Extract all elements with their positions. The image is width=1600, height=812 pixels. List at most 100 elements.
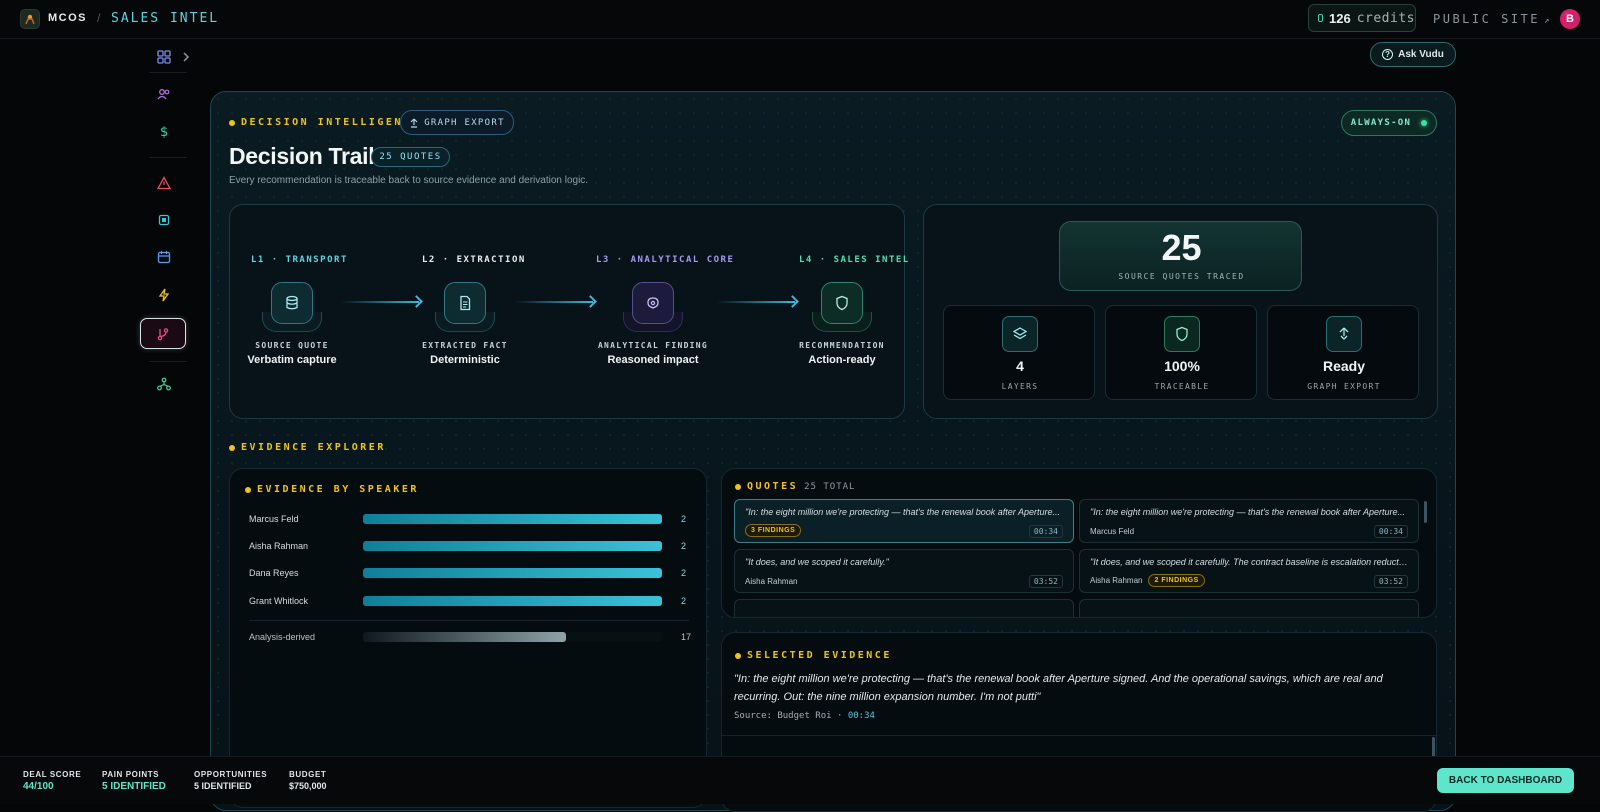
quote-card[interactable]: "In: the eight million we're protecting … [1079,499,1419,543]
speaker-bar-track [363,514,662,524]
speaker-bar-track [363,541,662,551]
quote-card[interactable]: "In: the eight million we're protecting … [734,499,1074,543]
credits-badge[interactable]: 126 credits [1308,4,1416,32]
stage-subtitle: Verbatim capture [247,354,337,366]
page-title: Decision Trail [229,143,375,169]
derived-bar[interactable] [363,632,567,642]
stage-label-transport: L1 · TRANSPORT [251,255,348,265]
network-icon[interactable] [157,377,171,391]
deal-score-metric: DEAL SCORE 44/100 [23,770,81,792]
speaker-bar[interactable] [363,596,662,606]
selected-evidence-title: SELECTED EVIDENCE [735,650,892,661]
kicker-dot [735,483,741,490]
speaker-bar-track [363,596,662,606]
quote-speaker: Aisha Rahman [745,577,798,586]
traceable-value: 100% [1164,358,1200,374]
always-on-badge: ALWAYS-ON [1341,110,1437,136]
quote-card[interactable] [1079,599,1419,617]
back-to-dashboard-button[interactable]: BACK TO DASHBOARD [1437,768,1574,793]
database-icon[interactable] [271,282,313,324]
quote-timestamp: 03:52 [1028,575,1063,588]
flow-arrow [340,301,419,303]
graph-export-label: GRAPH EXPORT [424,117,505,128]
speaker-bar[interactable] [363,514,662,524]
users-icon[interactable] [157,87,171,101]
source-label[interactable]: Source: Budget Roi [734,711,832,721]
user-avatar[interactable]: B [1560,9,1580,29]
evidence-explorer-kicker: EVIDENCE EXPLORER [229,442,386,453]
shield-check-icon [1164,316,1200,352]
graph-export-button[interactable]: GRAPH EXPORT [400,110,514,135]
chip-icon[interactable] [157,213,171,227]
quote-card[interactable]: "It does, and we scoped it carefully. Th… [1079,549,1419,593]
layers-icon [1002,316,1038,352]
quote-text: "It does, and we scoped it carefully." [745,557,889,567]
sidebar-item-decision-trail[interactable] [140,318,186,349]
breadcrumb-separator: / [97,11,101,25]
speaker-bar[interactable] [363,541,662,551]
speaker-bar-track [363,568,662,578]
deal-score-value: 44/100 [23,781,54,792]
source-quotes-value: 25 [1161,227,1202,268]
scrollbar-thumb[interactable] [1432,737,1435,757]
grid-icon[interactable] [157,50,171,64]
calendar-icon[interactable] [157,250,171,264]
opportunities-value: 5 IDENTIFIED [194,781,252,791]
selected-evidence-label: SELECTED EVIDENCE [747,650,892,661]
shield-icon[interactable] [821,282,863,324]
dollar-icon[interactable]: $ [157,124,171,138]
scrollbar-thumb[interactable] [1424,501,1427,523]
chevron-right-icon[interactable] [179,50,193,64]
budget-metric: BUDGET $750,000 [289,770,327,791]
page-description: Every recommendation is traceable back t… [229,175,589,186]
layers-stat: 4 LAYERS [943,305,1095,400]
alert-triangle-icon[interactable] [157,176,171,190]
stage-subtitle: Action-ready [808,354,876,366]
speaker-count: 2 [681,514,687,524]
credits-label: credits [1356,10,1415,26]
deal-score-label: DEAL SCORE [23,770,82,779]
credits-value: 126 [1329,10,1351,26]
ask-vudu-button[interactable]: ? Ask Vudu [1370,42,1456,67]
ask-vudu-label: Ask Vudu [1398,49,1444,60]
quote-speaker: Aisha Rahman [1090,576,1143,585]
quote-timestamp: 00:34 [1373,525,1408,538]
speaker-count: 2 [681,568,687,578]
speaker-name: Grant Whitlock [249,596,309,606]
opportunities-label: OPPORTUNITIES [194,770,268,779]
export-icon [410,118,418,128]
stage-subtitle: Deterministic [430,354,500,366]
divider [722,735,1436,736]
git-branch-icon [157,327,169,340]
derived-count: 17 [681,632,692,642]
credit-card-icon [1318,14,1323,22]
speaker-bar[interactable] [363,568,662,578]
quote-card[interactable] [734,599,1074,617]
pain-points-label: PAIN POINTS [102,770,160,779]
quote-timestamp: 03:52 [1373,575,1408,588]
speaker-name: Dana Reyes [249,568,299,578]
bolt-icon[interactable] [157,288,171,302]
quotes-title-label: QUOTES [747,481,799,492]
brain-icon[interactable] [632,282,674,324]
speaker-count: 2 [681,596,687,606]
breadcrumb-section[interactable]: SALES INTEL [111,11,219,26]
app-logo[interactable] [20,9,40,29]
flow-arrow [716,301,795,303]
source-separator: · [836,711,843,721]
graph-export-label: GRAPH EXPORT [1307,382,1381,391]
source-timestamp[interactable]: 00:34 [848,711,875,721]
quote-text: "It does, and we scoped it carefully. Th… [1090,557,1408,567]
stage-caption: EXTRACTED FACT [422,341,508,350]
speaker-name: Marcus Feld [249,514,299,524]
export-icon [1326,316,1362,352]
findings-badge: 3 FINDINGS [745,524,802,537]
selected-source: Source: Budget Roi · 00:34 [734,711,875,721]
quote-text: "In: the eight million we're protecting … [745,507,1060,517]
quote-card[interactable]: "It does, and we scoped it carefully." A… [734,549,1074,593]
stage-caption: RECOMMENDATION [799,341,885,350]
public-site-link[interactable]: PUBLIC SITE ↗ [1433,12,1552,26]
speakers-title-label: EVIDENCE BY SPEAKER [257,484,419,495]
document-icon[interactable] [444,282,486,324]
traceable-stat: 100% TRACEABLE [1105,305,1257,400]
